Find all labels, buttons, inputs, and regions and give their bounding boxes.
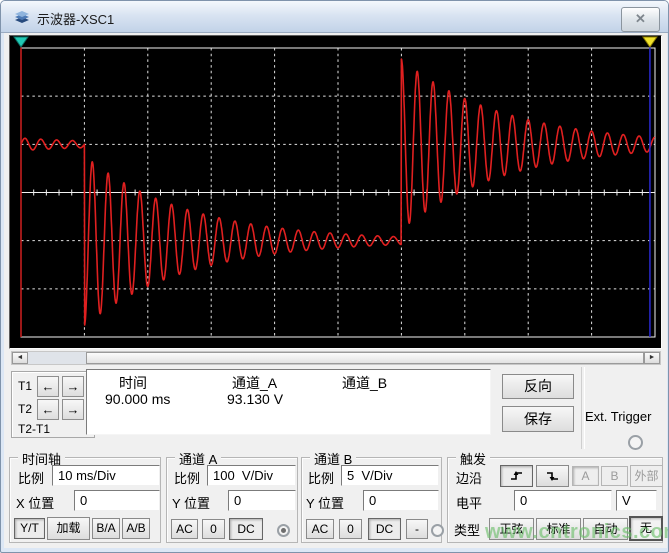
t1-channel-a-value: 93.130 V bbox=[227, 391, 283, 407]
trigger-type-auto-button[interactable]: 自动 bbox=[583, 518, 628, 540]
timebase-xpos-input[interactable]: 0 bbox=[74, 490, 160, 511]
t1-time-value: 90.000 ms bbox=[105, 391, 170, 407]
trigger-title: 触发 bbox=[456, 449, 490, 468]
measurement-readout: 时间 通道_A 通道_B 90.000 ms 93.130 V bbox=[86, 369, 491, 435]
channel-a-ypos-input[interactable]: 0 bbox=[228, 490, 296, 511]
trigger-source-a-button[interactable]: A bbox=[572, 466, 599, 486]
trigger-type-label: 类型 bbox=[454, 520, 480, 539]
ba-mode-button[interactable]: B/A bbox=[92, 518, 120, 539]
rising-edge-button[interactable] bbox=[500, 465, 533, 487]
trigger-level-input[interactable]: 0 bbox=[514, 490, 612, 511]
cursor-nav-panel: T1 ← → T2 ← → T2-T1 bbox=[11, 371, 95, 438]
cursor-2-handle-icon[interactable] bbox=[643, 37, 657, 47]
channel-b-ac-button[interactable]: AC bbox=[306, 519, 334, 539]
channel-a-trigger-radio[interactable] bbox=[277, 524, 290, 537]
cursor-1-handle-icon[interactable] bbox=[14, 37, 28, 47]
t2-left-button[interactable]: ← bbox=[37, 399, 59, 420]
rising-edge-icon bbox=[510, 470, 524, 482]
channel-a-scale-label: 比例 bbox=[174, 468, 200, 487]
t2-right-button[interactable]: → bbox=[62, 399, 84, 420]
channel-a-ypos-label: Y 位置 bbox=[172, 493, 210, 512]
channel-b-scale-input[interactable]: 5 V/Div bbox=[341, 465, 439, 486]
trigger-level-unit-select[interactable]: V bbox=[616, 490, 657, 511]
window-title: 示波器-XSC1 bbox=[37, 9, 114, 28]
channel-b-zero-button[interactable]: 0 bbox=[339, 519, 362, 539]
channel-a-ac-button[interactable]: AC bbox=[171, 519, 198, 539]
channel-b-trigger-radio[interactable] bbox=[431, 524, 444, 537]
divider bbox=[581, 367, 585, 449]
scrollbar-track[interactable] bbox=[28, 352, 86, 364]
scroll-left-button[interactable]: ◄ bbox=[12, 352, 28, 364]
ext-trigger-terminal-icon[interactable] bbox=[628, 435, 643, 450]
reverse-button[interactable]: 反向 bbox=[502, 374, 574, 399]
trigger-source-b-button[interactable]: B bbox=[601, 466, 628, 486]
trigger-type-none-button[interactable]: 无 bbox=[629, 516, 663, 541]
timebase-scale-label: 比例 bbox=[18, 468, 44, 487]
t2-label: T2 bbox=[18, 402, 32, 416]
readout-header-channel-b: 通道_B bbox=[342, 373, 387, 393]
timebase-xpos-label: X 位置 bbox=[16, 493, 54, 512]
trigger-group: 触发 边沿 A B 外部 电平 0 V 类型 正弦 标准 自动 无 bbox=[447, 457, 663, 543]
channel-b-dc-button[interactable]: DC bbox=[368, 518, 401, 540]
channel-b-ypos-label: Y 位置 bbox=[306, 493, 344, 512]
t1-left-button[interactable]: ← bbox=[37, 376, 59, 397]
falling-edge-button[interactable] bbox=[536, 465, 569, 487]
falling-edge-icon bbox=[546, 470, 560, 482]
channel-b-scale-label: 比例 bbox=[308, 468, 334, 487]
time-scrollbar[interactable]: ◄ ► bbox=[11, 351, 661, 365]
add-mode-button[interactable]: 加载 bbox=[47, 517, 90, 540]
channel-b-minus-button[interactable]: - bbox=[406, 519, 428, 539]
timebase-scale-input[interactable]: 10 ms/Div bbox=[52, 465, 160, 486]
save-button[interactable]: 保存 bbox=[502, 406, 574, 432]
scrollbar-thumb[interactable] bbox=[86, 352, 644, 364]
trigger-source-ext-button[interactable]: 外部 bbox=[630, 465, 663, 487]
readout-header-time: 时间 bbox=[119, 373, 147, 393]
channel-a-zero-button[interactable]: 0 bbox=[202, 519, 225, 539]
title-bar[interactable]: 示波器-XSC1 ✕ bbox=[1, 1, 668, 33]
readout-header-channel-a: 通道_A bbox=[232, 373, 277, 393]
yt-mode-button[interactable]: Y/T bbox=[14, 518, 45, 539]
oscilloscope-window: 示波器-XSC1 ✕ ◄ ► T1 ← → T2 ← → T2-T1 时间 通道… bbox=[0, 0, 669, 553]
channel-a-group: 通道 A 比例 100 V/Div Y 位置 0 AC 0 DC bbox=[166, 457, 298, 543]
t2-t1-label: T2-T1 bbox=[18, 422, 50, 436]
timebase-group: 时间轴 比例 10 ms/Div X 位置 0 Y/T 加载 B/A A/B bbox=[9, 457, 161, 543]
trigger-type-sine-button[interactable]: 正弦 bbox=[489, 518, 534, 540]
channel-b-ypos-input[interactable]: 0 bbox=[363, 490, 439, 511]
trigger-level-label: 电平 bbox=[456, 493, 482, 512]
t1-right-button[interactable]: → bbox=[62, 376, 84, 397]
channel-a-scale-input[interactable]: 100 V/Div bbox=[207, 465, 296, 486]
scope-display bbox=[9, 35, 662, 349]
ab-mode-button[interactable]: A/B bbox=[122, 518, 150, 539]
scope-screen bbox=[10, 36, 661, 348]
ext-trigger-label: Ext. Trigger bbox=[585, 409, 651, 424]
channel-b-group: 通道 B 比例 5 V/Div Y 位置 0 AC 0 DC - bbox=[301, 457, 442, 543]
t1-label: T1 bbox=[18, 379, 32, 393]
trigger-type-normal-button[interactable]: 标准 bbox=[536, 518, 581, 540]
oscilloscope-icon bbox=[13, 9, 31, 24]
channel-a-dc-button[interactable]: DC bbox=[229, 518, 263, 540]
close-button[interactable]: ✕ bbox=[621, 7, 660, 32]
scroll-right-button[interactable]: ► bbox=[644, 352, 660, 364]
trigger-edge-label: 边沿 bbox=[456, 468, 482, 487]
